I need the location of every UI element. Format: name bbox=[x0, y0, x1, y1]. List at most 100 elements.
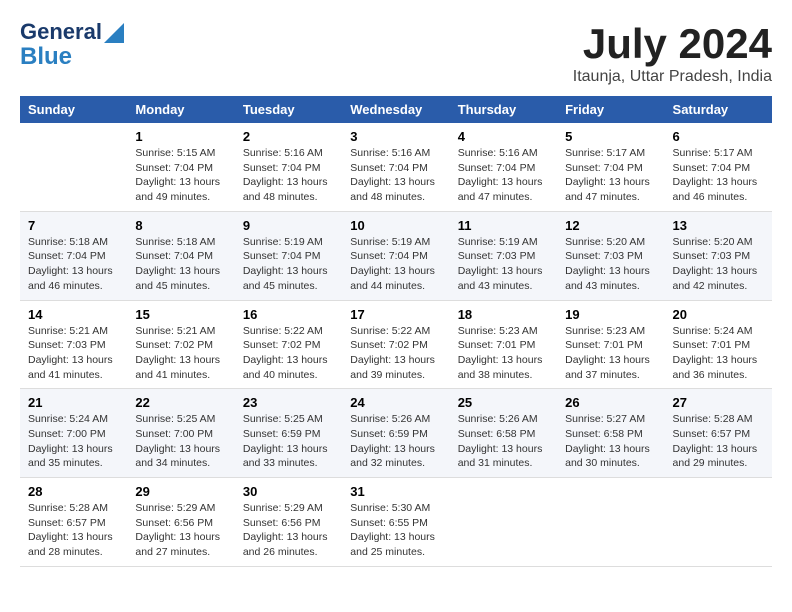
month-year: July 2024 bbox=[573, 20, 772, 68]
day-number: 16 bbox=[243, 307, 334, 322]
calendar-cell: 12 Sunrise: 5:20 AMSunset: 7:03 PMDaylig… bbox=[557, 211, 664, 300]
day-number: 13 bbox=[673, 218, 764, 233]
calendar-cell: 13 Sunrise: 5:20 AMSunset: 7:03 PMDaylig… bbox=[665, 211, 772, 300]
title-block: July 2024 Itaunja, Uttar Pradesh, India bbox=[573, 20, 772, 86]
calendar-cell: 31 Sunrise: 5:30 AMSunset: 6:55 PMDaylig… bbox=[342, 478, 449, 567]
calendar-cell: 4 Sunrise: 5:16 AMSunset: 7:04 PMDayligh… bbox=[450, 123, 557, 211]
day-number: 10 bbox=[350, 218, 441, 233]
day-info: Sunrise: 5:16 AMSunset: 7:04 PMDaylight:… bbox=[243, 146, 334, 205]
day-info: Sunrise: 5:27 AMSunset: 6:58 PMDaylight:… bbox=[565, 412, 656, 471]
day-info: Sunrise: 5:15 AMSunset: 7:04 PMDaylight:… bbox=[135, 146, 226, 205]
calendar-cell: 27 Sunrise: 5:28 AMSunset: 6:57 PMDaylig… bbox=[665, 389, 772, 478]
day-info: Sunrise: 5:16 AMSunset: 7:04 PMDaylight:… bbox=[350, 146, 441, 205]
day-info: Sunrise: 5:21 AMSunset: 7:02 PMDaylight:… bbox=[135, 324, 226, 383]
calendar-cell: 9 Sunrise: 5:19 AMSunset: 7:04 PMDayligh… bbox=[235, 211, 342, 300]
calendar-cell: 30 Sunrise: 5:29 AMSunset: 6:56 PMDaylig… bbox=[235, 478, 342, 567]
calendar-cell: 23 Sunrise: 5:25 AMSunset: 6:59 PMDaylig… bbox=[235, 389, 342, 478]
calendar-cell: 26 Sunrise: 5:27 AMSunset: 6:58 PMDaylig… bbox=[557, 389, 664, 478]
day-number: 23 bbox=[243, 395, 334, 410]
calendar-cell: 21 Sunrise: 5:24 AMSunset: 7:00 PMDaylig… bbox=[20, 389, 127, 478]
calendar-cell: 14 Sunrise: 5:21 AMSunset: 7:03 PMDaylig… bbox=[20, 300, 127, 389]
day-number: 25 bbox=[458, 395, 549, 410]
calendar-cell: 17 Sunrise: 5:22 AMSunset: 7:02 PMDaylig… bbox=[342, 300, 449, 389]
day-number: 29 bbox=[135, 484, 226, 499]
calendar-week-row: 14 Sunrise: 5:21 AMSunset: 7:03 PMDaylig… bbox=[20, 300, 772, 389]
day-info: Sunrise: 5:17 AMSunset: 7:04 PMDaylight:… bbox=[565, 146, 656, 205]
calendar-cell: 20 Sunrise: 5:24 AMSunset: 7:01 PMDaylig… bbox=[665, 300, 772, 389]
calendar-week-row: 7 Sunrise: 5:18 AMSunset: 7:04 PMDayligh… bbox=[20, 211, 772, 300]
day-number: 14 bbox=[28, 307, 119, 322]
day-info: Sunrise: 5:28 AMSunset: 6:57 PMDaylight:… bbox=[673, 412, 764, 471]
calendar-cell: 7 Sunrise: 5:18 AMSunset: 7:04 PMDayligh… bbox=[20, 211, 127, 300]
day-number: 8 bbox=[135, 218, 226, 233]
day-info: Sunrise: 5:21 AMSunset: 7:03 PMDaylight:… bbox=[28, 324, 119, 383]
day-info: Sunrise: 5:30 AMSunset: 6:55 PMDaylight:… bbox=[350, 501, 441, 560]
day-info: Sunrise: 5:24 AMSunset: 7:01 PMDaylight:… bbox=[673, 324, 764, 383]
day-info: Sunrise: 5:22 AMSunset: 7:02 PMDaylight:… bbox=[350, 324, 441, 383]
day-info: Sunrise: 5:19 AMSunset: 7:03 PMDaylight:… bbox=[458, 235, 549, 294]
calendar-cell: 2 Sunrise: 5:16 AMSunset: 7:04 PMDayligh… bbox=[235, 123, 342, 211]
day-info: Sunrise: 5:28 AMSunset: 6:57 PMDaylight:… bbox=[28, 501, 119, 560]
day-info: Sunrise: 5:22 AMSunset: 7:02 PMDaylight:… bbox=[243, 324, 334, 383]
calendar-cell: 6 Sunrise: 5:17 AMSunset: 7:04 PMDayligh… bbox=[665, 123, 772, 211]
day-info: Sunrise: 5:20 AMSunset: 7:03 PMDaylight:… bbox=[565, 235, 656, 294]
page-header: General Blue July 2024 Itaunja, Uttar Pr… bbox=[20, 20, 772, 86]
day-number: 2 bbox=[243, 129, 334, 144]
day-number: 4 bbox=[458, 129, 549, 144]
day-number: 27 bbox=[673, 395, 764, 410]
calendar-cell: 8 Sunrise: 5:18 AMSunset: 7:04 PMDayligh… bbox=[127, 211, 234, 300]
calendar-week-row: 28 Sunrise: 5:28 AMSunset: 6:57 PMDaylig… bbox=[20, 478, 772, 567]
weekday-header-row: SundayMondayTuesdayWednesdayThursdayFrid… bbox=[20, 96, 772, 123]
day-number: 15 bbox=[135, 307, 226, 322]
day-info: Sunrise: 5:24 AMSunset: 7:00 PMDaylight:… bbox=[28, 412, 119, 471]
day-number: 30 bbox=[243, 484, 334, 499]
day-number: 28 bbox=[28, 484, 119, 499]
calendar-cell bbox=[20, 123, 127, 211]
day-number: 7 bbox=[28, 218, 119, 233]
day-info: Sunrise: 5:25 AMSunset: 7:00 PMDaylight:… bbox=[135, 412, 226, 471]
day-number: 24 bbox=[350, 395, 441, 410]
day-number: 3 bbox=[350, 129, 441, 144]
calendar-week-row: 21 Sunrise: 5:24 AMSunset: 7:00 PMDaylig… bbox=[20, 389, 772, 478]
day-number: 5 bbox=[565, 129, 656, 144]
weekday-header-tuesday: Tuesday bbox=[235, 96, 342, 123]
day-info: Sunrise: 5:26 AMSunset: 6:58 PMDaylight:… bbox=[458, 412, 549, 471]
day-number: 26 bbox=[565, 395, 656, 410]
weekday-header-friday: Friday bbox=[557, 96, 664, 123]
calendar-cell: 19 Sunrise: 5:23 AMSunset: 7:01 PMDaylig… bbox=[557, 300, 664, 389]
calendar-week-row: 1 Sunrise: 5:15 AMSunset: 7:04 PMDayligh… bbox=[20, 123, 772, 211]
day-number: 21 bbox=[28, 395, 119, 410]
calendar-cell: 3 Sunrise: 5:16 AMSunset: 7:04 PMDayligh… bbox=[342, 123, 449, 211]
weekday-header-monday: Monday bbox=[127, 96, 234, 123]
day-info: Sunrise: 5:18 AMSunset: 7:04 PMDaylight:… bbox=[28, 235, 119, 294]
day-info: Sunrise: 5:29 AMSunset: 6:56 PMDaylight:… bbox=[135, 501, 226, 560]
day-number: 20 bbox=[673, 307, 764, 322]
day-info: Sunrise: 5:23 AMSunset: 7:01 PMDaylight:… bbox=[565, 324, 656, 383]
day-number: 17 bbox=[350, 307, 441, 322]
calendar-cell: 29 Sunrise: 5:29 AMSunset: 6:56 PMDaylig… bbox=[127, 478, 234, 567]
logo-general: General bbox=[20, 20, 102, 44]
day-number: 19 bbox=[565, 307, 656, 322]
weekday-header-saturday: Saturday bbox=[665, 96, 772, 123]
weekday-header-sunday: Sunday bbox=[20, 96, 127, 123]
calendar-cell: 5 Sunrise: 5:17 AMSunset: 7:04 PMDayligh… bbox=[557, 123, 664, 211]
day-number: 31 bbox=[350, 484, 441, 499]
location: Itaunja, Uttar Pradesh, India bbox=[573, 68, 772, 86]
calendar-cell: 28 Sunrise: 5:28 AMSunset: 6:57 PMDaylig… bbox=[20, 478, 127, 567]
calendar-cell: 25 Sunrise: 5:26 AMSunset: 6:58 PMDaylig… bbox=[450, 389, 557, 478]
day-number: 18 bbox=[458, 307, 549, 322]
day-info: Sunrise: 5:20 AMSunset: 7:03 PMDaylight:… bbox=[673, 235, 764, 294]
day-number: 6 bbox=[673, 129, 764, 144]
calendar-cell bbox=[665, 478, 772, 567]
day-info: Sunrise: 5:16 AMSunset: 7:04 PMDaylight:… bbox=[458, 146, 549, 205]
day-number: 12 bbox=[565, 218, 656, 233]
day-info: Sunrise: 5:23 AMSunset: 7:01 PMDaylight:… bbox=[458, 324, 549, 383]
calendar-table: SundayMondayTuesdayWednesdayThursdayFrid… bbox=[20, 96, 772, 567]
calendar-cell bbox=[557, 478, 664, 567]
weekday-header-thursday: Thursday bbox=[450, 96, 557, 123]
logo: General Blue bbox=[20, 20, 124, 71]
day-info: Sunrise: 5:19 AMSunset: 7:04 PMDaylight:… bbox=[350, 235, 441, 294]
calendar-cell: 24 Sunrise: 5:26 AMSunset: 6:59 PMDaylig… bbox=[342, 389, 449, 478]
calendar-cell: 16 Sunrise: 5:22 AMSunset: 7:02 PMDaylig… bbox=[235, 300, 342, 389]
calendar-cell: 11 Sunrise: 5:19 AMSunset: 7:03 PMDaylig… bbox=[450, 211, 557, 300]
